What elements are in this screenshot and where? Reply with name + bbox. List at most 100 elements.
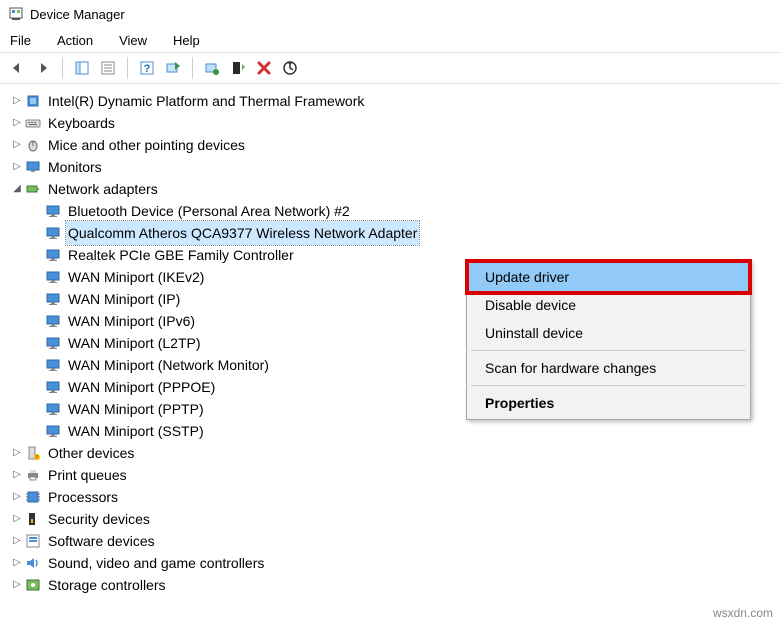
tree-label: Software devices [46, 529, 157, 553]
printer-icon [24, 466, 42, 484]
show-hide-button[interactable] [71, 57, 93, 79]
expand-icon[interactable]: ▷ [10, 530, 24, 552]
tree-label: Bluetooth Device (Personal Area Network)… [66, 199, 352, 223]
svg-text:?: ? [144, 63, 151, 75]
window-title: Device Manager [30, 7, 125, 22]
blank-toggle: ▷ [30, 420, 44, 442]
toolbar-separator [127, 57, 128, 79]
security-icon [24, 510, 42, 528]
watermark: wsxdn.com [713, 606, 773, 620]
tree-label: WAN Miniport (SSTP) [66, 419, 206, 443]
blank-toggle: ▷ [30, 398, 44, 420]
network-adapter-icon [44, 268, 62, 286]
menu-action[interactable]: Action [53, 31, 97, 50]
uninstall-device-button[interactable] [253, 57, 275, 79]
properties-button[interactable] [97, 57, 119, 79]
blank-toggle: ▷ [30, 310, 44, 332]
tree-item-network-child[interactable]: ▷ Bluetooth Device (Personal Area Network… [30, 200, 781, 222]
network-adapter-icon [44, 202, 62, 220]
tree-label: WAN Miniport (IP) [66, 287, 182, 311]
ctx-separator [471, 385, 746, 386]
tree-label: WAN Miniport (PPPOE) [66, 375, 217, 399]
network-adapter-icon [44, 334, 62, 352]
other-device-icon: ! [24, 444, 42, 462]
expand-icon[interactable]: ▷ [10, 134, 24, 156]
blank-toggle: ▷ [30, 222, 44, 244]
expand-icon[interactable]: ▷ [10, 552, 24, 574]
tree-label: Keyboards [46, 111, 117, 135]
tree-item-processors[interactable]: ▷ Processors [10, 486, 781, 508]
expand-icon[interactable]: ▷ [10, 156, 24, 178]
tree-item-other[interactable]: ▷ ! Other devices [10, 442, 781, 464]
tree-item-sound[interactable]: ▷ Sound, video and game controllers [10, 552, 781, 574]
help-button[interactable]: ? [136, 57, 158, 79]
tree-label: Monitors [46, 155, 104, 179]
expand-icon[interactable]: ▷ [10, 464, 24, 486]
tree-label: Processors [46, 485, 120, 509]
update-driver-button[interactable] [201, 57, 223, 79]
blank-toggle: ▷ [30, 244, 44, 266]
scan-hardware-button[interactable] [279, 57, 301, 79]
expand-icon[interactable]: ▷ [10, 112, 24, 134]
tree-item-network-child[interactable]: ▷ Qualcomm Atheros QCA9377 Wireless Netwo… [30, 222, 781, 244]
blank-toggle: ▷ [30, 200, 44, 222]
expand-icon[interactable]: ▷ [10, 508, 24, 530]
menu-view[interactable]: View [115, 31, 151, 50]
collapse-icon[interactable]: ◢ [10, 178, 24, 200]
tree-item-intel[interactable]: ▷ Intel(R) Dynamic Platform and Thermal … [10, 90, 781, 112]
blank-toggle: ▷ [30, 332, 44, 354]
menu-file[interactable]: File [6, 31, 35, 50]
blank-toggle: ▷ [30, 376, 44, 398]
chip-icon [24, 92, 42, 110]
ctx-properties[interactable]: Properties [469, 389, 748, 417]
app-icon [8, 6, 24, 22]
disable-device-button[interactable] [227, 57, 249, 79]
toolbar-separator [192, 57, 193, 79]
network-adapter-icon [44, 356, 62, 374]
ctx-disable-device[interactable]: Disable device [469, 291, 748, 319]
toolbar: ? [0, 52, 781, 84]
network-adapter-icon [44, 290, 62, 308]
tree-item-network[interactable]: ◢ Network adapters [10, 178, 781, 200]
tree-item-network-child[interactable]: ▷ WAN Miniport (SSTP) [30, 420, 781, 442]
scan-button[interactable] [162, 57, 184, 79]
ctx-uninstall-device[interactable]: Uninstall device [469, 319, 748, 347]
sound-icon [24, 554, 42, 572]
ctx-scan-hardware[interactable]: Scan for hardware changes [469, 354, 748, 382]
tree-item-software[interactable]: ▷ Software devices [10, 530, 781, 552]
software-icon [24, 532, 42, 550]
storage-icon [24, 576, 42, 594]
tree-label: Security devices [46, 507, 152, 531]
mouse-icon [24, 136, 42, 154]
tree-item-print[interactable]: ▷ Print queues [10, 464, 781, 486]
menu-bar: File Action View Help [0, 28, 781, 52]
expand-icon[interactable]: ▷ [10, 90, 24, 112]
tree-label: Qualcomm Atheros QCA9377 Wireless Networ… [66, 221, 419, 245]
network-adapter-icon [44, 224, 62, 242]
tree-item-keyboards[interactable]: ▷ Keyboards [10, 112, 781, 134]
ctx-update-driver[interactable]: Update driver [469, 263, 748, 291]
back-button[interactable] [6, 57, 28, 79]
tree-label: WAN Miniport (PPTP) [66, 397, 206, 421]
monitor-icon [24, 158, 42, 176]
expand-icon[interactable]: ▷ [10, 486, 24, 508]
tree-label: WAN Miniport (Network Monitor) [66, 353, 271, 377]
network-adapter-icon [24, 180, 42, 198]
tree-item-security[interactable]: ▷ Security devices [10, 508, 781, 530]
network-adapter-icon [44, 378, 62, 396]
tree-label: Intel(R) Dynamic Platform and Thermal Fr… [46, 89, 366, 113]
blank-toggle: ▷ [30, 266, 44, 288]
tree-label: WAN Miniport (IPv6) [66, 309, 197, 333]
blank-toggle: ▷ [30, 288, 44, 310]
processor-icon [24, 488, 42, 506]
tree-item-monitors[interactable]: ▷ Monitors [10, 156, 781, 178]
tree-item-mice[interactable]: ▷ Mice and other pointing devices [10, 134, 781, 156]
expand-icon[interactable]: ▷ [10, 442, 24, 464]
network-adapter-icon [44, 422, 62, 440]
forward-button[interactable] [32, 57, 54, 79]
tree-label: Storage controllers [46, 573, 168, 597]
expand-icon[interactable]: ▷ [10, 574, 24, 596]
network-adapter-icon [44, 246, 62, 264]
tree-item-storage[interactable]: ▷ Storage controllers [10, 574, 781, 596]
menu-help[interactable]: Help [169, 31, 204, 50]
